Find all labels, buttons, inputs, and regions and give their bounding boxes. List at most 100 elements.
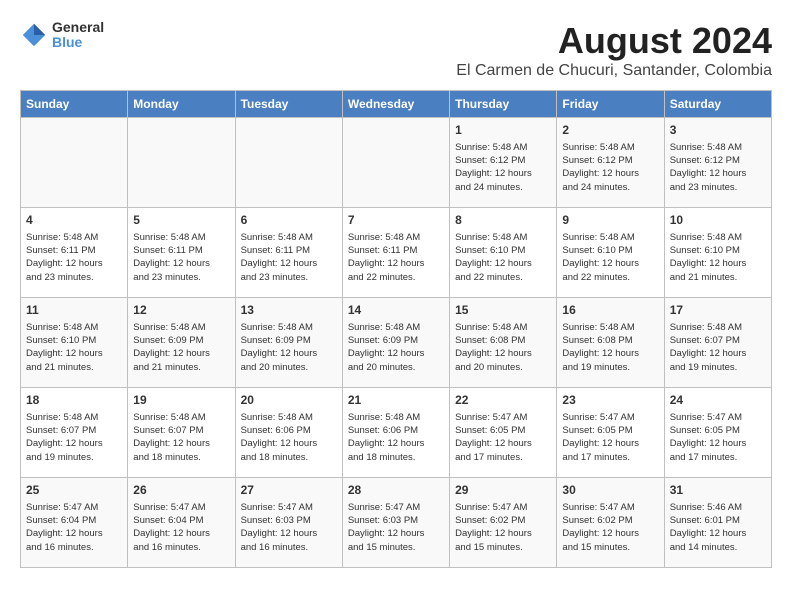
calendar-cell: 20Sunrise: 5:48 AM Sunset: 6:06 PM Dayli… [235,388,342,478]
calendar-cell: 26 Sunrise: 5:47 AM Sunset: 6:04 PM Dayli… [128,478,235,568]
day-number: 5 [133,212,229,229]
calendar-cell: 23 Sunrise: 5:47 AM Sunset: 6:05 PM Dayli… [557,388,664,478]
day-info: Sunrise: 5:47 AM Sunset: 6:04 PM Dayligh… [133,501,229,554]
day-number: 24 [670,392,766,409]
calendar-cell: 31Sunrise: 5:46 AM Sunset: 6:01 PM Dayli… [664,478,771,568]
calendar-cell: 2 Sunrise: 5:48 AM Sunset: 6:12 PM Daylig… [557,118,664,208]
logo: General Blue [20,20,104,51]
day-number: 17 [670,302,766,319]
calendar-cell: 13 Sunrise: 5:48 AM Sunset: 6:09 PM Dayli… [235,298,342,388]
calendar-cell [21,118,128,208]
day-info: Sunrise: 5:48 AM Sunset: 6:11 PM Dayligh… [348,231,444,284]
calendar-cell: 21 Sunrise: 5:48 AM Sunset: 6:06 PM Dayli… [342,388,449,478]
day-number: 9 [562,212,658,229]
day-number: 4 [26,212,122,229]
logo-line2: Blue [52,35,104,50]
day-info: Sunrise: 5:48 AM Sunset: 6:11 PM Dayligh… [26,231,122,284]
calendar-cell: 4 Sunrise: 5:48 AM Sunset: 6:11 PM Daylig… [21,208,128,298]
calendar-cell: 6 Sunrise: 5:48 AM Sunset: 6:11 PM Daylig… [235,208,342,298]
calendar-cell: 27 Sunrise: 5:47 AM Sunset: 6:03 PM Dayli… [235,478,342,568]
day-info: Sunrise: 5:48 AM Sunset: 6:06 PM Dayligh… [348,411,444,464]
calendar-cell: 25Sunrise: 5:47 AM Sunset: 6:04 PM Dayli… [21,478,128,568]
day-info: Sunrise: 5:48 AM Sunset: 6:12 PM Dayligh… [670,141,766,194]
logo-icon [20,21,48,49]
weekday-header: Saturday [664,91,771,118]
day-info: Sunrise: 5:48 AM Sunset: 6:09 PM Dayligh… [133,321,229,374]
calendar-cell [128,118,235,208]
weekday-header: Monday [128,91,235,118]
logo-line1: General [52,20,104,35]
day-info: Sunrise: 5:48 AM Sunset: 6:12 PM Dayligh… [562,141,658,194]
calendar-cell: 15Sunrise: 5:48 AM Sunset: 6:08 PM Dayli… [450,298,557,388]
day-number: 11 [26,302,122,319]
calendar-cell: 7 Sunrise: 5:48 AM Sunset: 6:11 PM Daylig… [342,208,449,298]
calendar-title: August 2024 [456,20,772,62]
day-info: Sunrise: 5:48 AM Sunset: 6:12 PM Dayligh… [455,141,551,194]
calendar-week-row: 18Sunrise: 5:48 AM Sunset: 6:07 PM Dayli… [21,388,772,478]
day-info: Sunrise: 5:48 AM Sunset: 6:08 PM Dayligh… [562,321,658,374]
day-info: Sunrise: 5:47 AM Sunset: 6:04 PM Dayligh… [26,501,122,554]
calendar-cell: 9Sunrise: 5:48 AM Sunset: 6:10 PM Daylig… [557,208,664,298]
page-header: General Blue August 2024 El Carmen de Ch… [20,20,772,80]
calendar-table: SundayMondayTuesdayWednesdayThursdayFrid… [20,90,772,568]
day-number: 14 [348,302,444,319]
calendar-week-row: 1Sunrise: 5:48 AM Sunset: 6:12 PM Daylig… [21,118,772,208]
day-info: Sunrise: 5:47 AM Sunset: 6:03 PM Dayligh… [241,501,337,554]
weekday-header-row: SundayMondayTuesdayWednesdayThursdayFrid… [21,91,772,118]
weekday-header: Friday [557,91,664,118]
day-info: Sunrise: 5:48 AM Sunset: 6:10 PM Dayligh… [455,231,551,284]
day-info: Sunrise: 5:48 AM Sunset: 6:11 PM Dayligh… [241,231,337,284]
day-info: Sunrise: 5:47 AM Sunset: 6:05 PM Dayligh… [670,411,766,464]
calendar-cell: 29Sunrise: 5:47 AM Sunset: 6:02 PM Dayli… [450,478,557,568]
day-info: Sunrise: 5:48 AM Sunset: 6:09 PM Dayligh… [241,321,337,374]
day-number: 28 [348,482,444,499]
day-number: 15 [455,302,551,319]
day-number: 6 [241,212,337,229]
day-number: 2 [562,122,658,139]
weekday-header: Thursday [450,91,557,118]
day-number: 8 [455,212,551,229]
calendar-cell: 16Sunrise: 5:48 AM Sunset: 6:08 PM Dayli… [557,298,664,388]
calendar-cell: 30Sunrise: 5:47 AM Sunset: 6:02 PM Dayli… [557,478,664,568]
day-info: Sunrise: 5:48 AM Sunset: 6:07 PM Dayligh… [26,411,122,464]
calendar-cell: 22 Sunrise: 5:47 AM Sunset: 6:05 PM Dayli… [450,388,557,478]
calendar-cell: 24 Sunrise: 5:47 AM Sunset: 6:05 PM Dayli… [664,388,771,478]
day-number: 13 [241,302,337,319]
calendar-cell: 12 Sunrise: 5:48 AM Sunset: 6:09 PM Dayli… [128,298,235,388]
logo-text: General Blue [52,20,104,51]
day-number: 12 [133,302,229,319]
day-info: Sunrise: 5:47 AM Sunset: 6:05 PM Dayligh… [455,411,551,464]
day-number: 19 [133,392,229,409]
day-number: 27 [241,482,337,499]
title-block: August 2024 El Carmen de Chucuri, Santan… [456,20,772,80]
day-number: 26 [133,482,229,499]
day-info: Sunrise: 5:47 AM Sunset: 6:02 PM Dayligh… [562,501,658,554]
day-number: 21 [348,392,444,409]
calendar-cell: 8 Sunrise: 5:48 AM Sunset: 6:10 PM Daylig… [450,208,557,298]
calendar-week-row: 25Sunrise: 5:47 AM Sunset: 6:04 PM Dayli… [21,478,772,568]
day-number: 3 [670,122,766,139]
calendar-subtitle: El Carmen de Chucuri, Santander, Colombi… [456,62,772,80]
day-number: 22 [455,392,551,409]
calendar-cell: 19 Sunrise: 5:48 AM Sunset: 6:07 PM Dayli… [128,388,235,478]
day-number: 7 [348,212,444,229]
day-info: Sunrise: 5:48 AM Sunset: 6:10 PM Dayligh… [670,231,766,284]
calendar-cell: 1Sunrise: 5:48 AM Sunset: 6:12 PM Daylig… [450,118,557,208]
calendar-cell: 5Sunrise: 5:48 AM Sunset: 6:11 PM Daylig… [128,208,235,298]
day-info: Sunrise: 5:48 AM Sunset: 6:09 PM Dayligh… [348,321,444,374]
calendar-cell: 17Sunrise: 5:48 AM Sunset: 6:07 PM Dayli… [664,298,771,388]
weekday-header: Tuesday [235,91,342,118]
calendar-week-row: 11Sunrise: 5:48 AM Sunset: 6:10 PM Dayli… [21,298,772,388]
day-info: Sunrise: 5:48 AM Sunset: 6:07 PM Dayligh… [133,411,229,464]
calendar-cell [342,118,449,208]
calendar-cell: 10Sunrise: 5:48 AM Sunset: 6:10 PM Dayli… [664,208,771,298]
calendar-cell [235,118,342,208]
day-info: Sunrise: 5:47 AM Sunset: 6:03 PM Dayligh… [348,501,444,554]
day-info: Sunrise: 5:46 AM Sunset: 6:01 PM Dayligh… [670,501,766,554]
calendar-week-row: 4 Sunrise: 5:48 AM Sunset: 6:11 PM Daylig… [21,208,772,298]
weekday-header: Wednesday [342,91,449,118]
day-number: 23 [562,392,658,409]
day-info: Sunrise: 5:47 AM Sunset: 6:05 PM Dayligh… [562,411,658,464]
day-number: 20 [241,392,337,409]
calendar-cell: 11Sunrise: 5:48 AM Sunset: 6:10 PM Dayli… [21,298,128,388]
